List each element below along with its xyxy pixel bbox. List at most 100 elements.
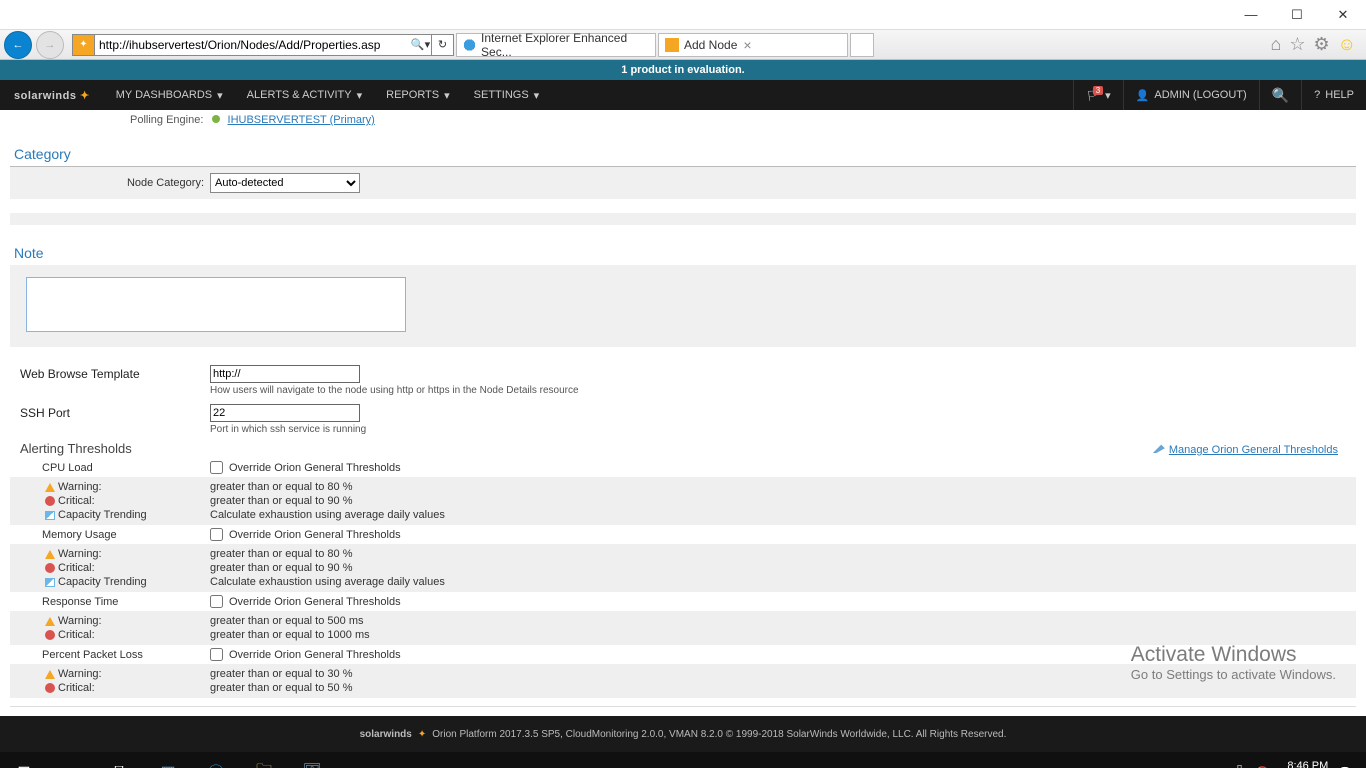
user-menu[interactable]: 👤ADMIN (LOGOUT) bbox=[1123, 80, 1259, 110]
app-navbar: solarwinds ✦ MY DASHBOARDS▾ ALERTS & ACT… bbox=[0, 80, 1366, 110]
trend-label: Capacity Trending bbox=[58, 576, 210, 588]
warning-label: Warning: bbox=[58, 548, 210, 560]
cpu-warning-value: greater than or equal to 80 % bbox=[210, 481, 352, 493]
warning-icon bbox=[45, 617, 55, 626]
minimize-button[interactable]: — bbox=[1228, 0, 1274, 30]
start-button[interactable]: ⊞ bbox=[0, 752, 48, 768]
response-critical-value: greater than or equal to 1000 ms bbox=[210, 629, 370, 641]
packetloss-override-checkbox[interactable] bbox=[210, 648, 223, 661]
tray-clock[interactable]: 8:46 PM 5/23/2018 bbox=[1279, 760, 1328, 768]
warning-label: Warning: bbox=[58, 615, 210, 627]
memory-critical-value: greater than or equal to 90 % bbox=[210, 562, 352, 574]
packetloss-warning-value: greater than or equal to 30 % bbox=[210, 668, 352, 680]
warning-icon bbox=[45, 483, 55, 492]
search-button[interactable]: 🔍 bbox=[1259, 80, 1301, 110]
cpu-threshold-body: Warning:greater than or equal to 80 % Cr… bbox=[10, 477, 1356, 525]
new-tab-button[interactable] bbox=[850, 33, 874, 57]
memory-override-checkbox[interactable] bbox=[210, 528, 223, 541]
cpu-trend-value: Calculate exhaustion using average daily… bbox=[210, 509, 445, 521]
override-label: Override Orion General Thresholds bbox=[229, 649, 401, 661]
tab-label: Internet Explorer Enhanced Sec... bbox=[481, 31, 649, 59]
warning-icon bbox=[45, 550, 55, 559]
ie-taskbar-icon[interactable]: ⓔ bbox=[192, 752, 240, 768]
home-icon[interactable]: ⌂ bbox=[1270, 34, 1281, 55]
critical-icon bbox=[45, 496, 55, 506]
tray-app-icon[interactable]: ▦ bbox=[144, 752, 192, 768]
nav-settings[interactable]: SETTINGS▾ bbox=[462, 80, 552, 110]
site-icon: ✦ bbox=[72, 34, 94, 56]
explorer-taskbar-icon[interactable]: 🗀 bbox=[240, 752, 288, 768]
ie-icon bbox=[463, 38, 476, 52]
page-content: Polling Engine: IHUBSERVERTEST (Primary)… bbox=[0, 110, 1366, 712]
status-dot-icon bbox=[212, 115, 220, 123]
user-icon: 👤 bbox=[1136, 89, 1150, 102]
window-titlebar: — ☐ ✕ bbox=[0, 0, 1366, 30]
web-template-label: Web Browse Template bbox=[20, 365, 210, 381]
tab-close-icon[interactable]: × bbox=[743, 37, 751, 53]
close-button[interactable]: ✕ bbox=[1320, 0, 1366, 30]
forward-button[interactable]: → bbox=[36, 31, 64, 59]
tools-icon[interactable]: ⚙ bbox=[1313, 34, 1329, 55]
address-bar[interactable] bbox=[94, 34, 410, 56]
favorites-icon[interactable]: ☆ bbox=[1289, 34, 1305, 55]
node-category-label: Node Category: bbox=[20, 177, 210, 189]
nav-dashboards[interactable]: MY DASHBOARDS▾ bbox=[104, 80, 235, 110]
response-override-checkbox[interactable] bbox=[210, 595, 223, 608]
maximize-button[interactable]: ☐ bbox=[1274, 0, 1320, 30]
pencil-icon bbox=[1153, 441, 1165, 453]
warning-icon bbox=[45, 670, 55, 679]
help-button[interactable]: ?HELP bbox=[1301, 80, 1366, 110]
nav-reports[interactable]: REPORTS▾ bbox=[374, 80, 462, 110]
critical-label: Critical: bbox=[58, 562, 210, 574]
tab-label: Add Node bbox=[684, 38, 737, 52]
server-manager-icon[interactable]: 🗄 bbox=[288, 752, 336, 768]
note-textarea[interactable] bbox=[26, 277, 406, 332]
tab-add-node[interactable]: Add Node × bbox=[658, 33, 848, 57]
tray-network-icon[interactable]: 🖧 bbox=[1233, 763, 1245, 768]
footer-text: Orion Platform 2017.3.5 SP5, CloudMonito… bbox=[432, 729, 1006, 740]
polling-engine-link[interactable]: IHUBSERVERTEST (Primary) bbox=[228, 114, 375, 126]
override-label: Override Orion General Thresholds bbox=[229, 529, 401, 541]
response-warning-value: greater than or equal to 500 ms bbox=[210, 615, 363, 627]
memory-warning-value: greater than or equal to 80 % bbox=[210, 548, 352, 560]
packetloss-label: Percent Packet Loss bbox=[42, 649, 210, 661]
solarwinds-logo[interactable]: solarwinds ✦ bbox=[0, 89, 104, 102]
manage-thresholds-link[interactable]: Manage Orion General Thresholds bbox=[1169, 444, 1346, 456]
taskview-button[interactable]: ⧉ bbox=[96, 752, 144, 768]
ssh-port-input[interactable] bbox=[210, 404, 360, 422]
activate-windows-watermark: Activate Windows Go to Settings to activ… bbox=[1131, 643, 1336, 682]
refresh-button[interactable]: ↻ bbox=[432, 34, 454, 56]
memory-trend-value: Calculate exhaustion using average daily… bbox=[210, 576, 445, 588]
trend-label: Capacity Trending bbox=[58, 509, 210, 521]
node-category-select[interactable]: Auto-detected bbox=[210, 173, 360, 193]
polling-engine-label: Polling Engine: bbox=[130, 114, 209, 126]
response-label: Response Time bbox=[42, 596, 210, 608]
trend-icon bbox=[45, 511, 55, 520]
web-template-input[interactable] bbox=[210, 365, 360, 383]
search-taskbar-button[interactable]: ⌕ bbox=[48, 752, 96, 768]
cpu-override-checkbox[interactable] bbox=[210, 461, 223, 474]
notifications-button[interactable]: 🏳3 ▾ bbox=[1073, 80, 1123, 110]
packetloss-critical-value: greater than or equal to 50 % bbox=[210, 682, 352, 694]
warning-label: Warning: bbox=[58, 481, 210, 493]
memory-threshold-header: Memory Usage Override Orion General Thre… bbox=[10, 525, 1356, 544]
memory-threshold-body: Warning:greater than or equal to 80 % Cr… bbox=[10, 544, 1356, 592]
cpu-label: CPU Load bbox=[42, 462, 210, 474]
back-button[interactable]: ← bbox=[4, 31, 32, 59]
web-template-hint: How users will navigate to the node usin… bbox=[210, 383, 579, 396]
alerting-title: Alerting Thresholds bbox=[20, 441, 132, 456]
tab-ie-security[interactable]: Internet Explorer Enhanced Sec... bbox=[456, 33, 656, 57]
response-threshold-body: Warning:greater than or equal to 500 ms … bbox=[10, 611, 1356, 645]
nav-alerts[interactable]: ALERTS & ACTIVITY▾ bbox=[235, 80, 374, 110]
warning-label: Warning: bbox=[58, 668, 210, 680]
cpu-critical-value: greater than or equal to 90 % bbox=[210, 495, 352, 507]
search-dropdown-icon[interactable]: 🔍▾ bbox=[410, 34, 432, 56]
critical-icon bbox=[45, 563, 55, 573]
activate-line2: Go to Settings to activate Windows. bbox=[1131, 667, 1336, 682]
smiley-icon[interactable]: ☺ bbox=[1338, 34, 1356, 55]
page-footer: solarwinds✦ Orion Platform 2017.3.5 SP5,… bbox=[0, 716, 1366, 752]
critical-label: Critical: bbox=[58, 495, 210, 507]
eval-banner[interactable]: 1 product in evaluation. bbox=[0, 60, 1366, 80]
ssh-port-label: SSH Port bbox=[20, 404, 210, 420]
ssh-port-hint: Port in which ssh service is running bbox=[210, 422, 366, 435]
